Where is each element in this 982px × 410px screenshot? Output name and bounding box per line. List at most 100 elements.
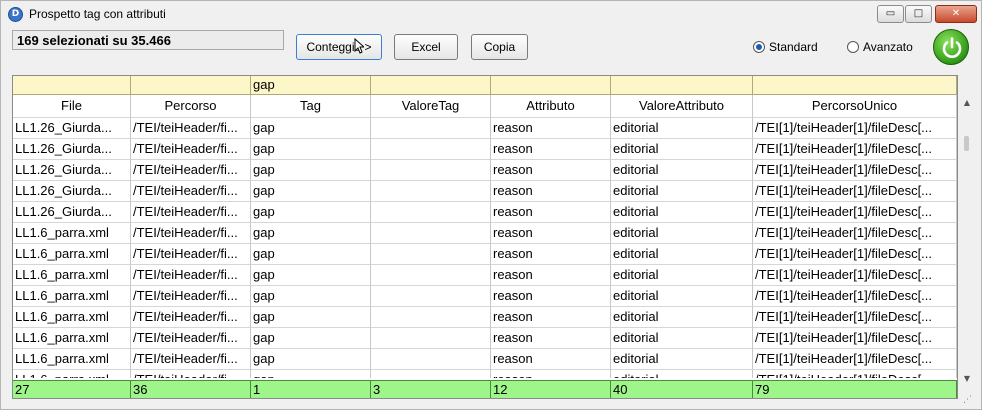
cell-valoretag[interactable] xyxy=(371,328,491,349)
cell-valoretag[interactable] xyxy=(371,307,491,328)
cell-valoretag[interactable] xyxy=(371,118,491,139)
cell-file[interactable]: LL1.26_Giurda... xyxy=(13,139,131,160)
cell-tag[interactable]: gap xyxy=(251,244,371,265)
excel-button[interactable]: Excel xyxy=(394,34,458,60)
cell-percorsounico[interactable]: /TEI[1]/teiHeader[1]/fileDesc[... xyxy=(753,349,957,370)
table-row[interactable]: LL1.6_parra.xml/TEI/teiHeader/fi...gap re… xyxy=(13,349,957,370)
cell-valoreattributo[interactable]: editorial xyxy=(611,160,753,181)
cell-percorsounico[interactable]: /TEI[1]/teiHeader[1]/fileDesc[... xyxy=(753,265,957,286)
vertical-scrollbar[interactable]: ▲ ▼ xyxy=(959,96,975,386)
table-row[interactable]: LL1.26_Giurda.../TEI/teiHeader/fi... gap r… xyxy=(13,160,957,181)
cell-valoretag[interactable] xyxy=(371,202,491,223)
column-header-percorso[interactable]: Percorso xyxy=(131,95,251,118)
title-bar[interactable]: D Prospetto tag con attributi ▭ □ ✕ xyxy=(1,1,981,27)
radio-standard[interactable]: Standard xyxy=(753,40,818,54)
cell-valoreattributo[interactable]: editorial xyxy=(611,370,753,378)
cell-valoretag[interactable] xyxy=(371,265,491,286)
cell-file[interactable]: LL1.26_Giurda... xyxy=(13,160,131,181)
filter-cell-percorso[interactable] xyxy=(131,76,251,95)
table-row[interactable]: LL1.6_parra.xml/TEI/teiHeader/fi...gap re… xyxy=(13,286,957,307)
cell-percorsounico[interactable]: /TEI[1]/teiHeader[1]/fileDesc[... xyxy=(753,118,957,139)
cell-percorso[interactable]: /TEI/teiHeader/fi... xyxy=(131,160,251,181)
cell-valoreattributo[interactable]: editorial xyxy=(611,265,753,286)
cell-file[interactable]: LL1.6_parra.xml xyxy=(13,286,131,307)
power-button[interactable] xyxy=(933,29,969,65)
cell-percorso[interactable]: /TEI/teiHeader/fi... xyxy=(131,370,251,378)
table-row[interactable]: LL1.6_parra.xml/TEI/teiHeader/fi...gap re… xyxy=(13,328,957,349)
filter-cell-valoretag[interactable] xyxy=(371,76,491,95)
cell-attributo[interactable]: reason xyxy=(491,181,611,202)
cell-percorso[interactable]: /TEI/teiHeader/fi... xyxy=(131,244,251,265)
cell-valoreattributo[interactable]: editorial xyxy=(611,139,753,160)
column-header-tag[interactable]: Tag xyxy=(251,95,371,118)
cell-percorso[interactable]: /TEI/teiHeader/fi... xyxy=(131,223,251,244)
cell-valoreattributo[interactable]: editorial xyxy=(611,202,753,223)
radio-standard-indicator[interactable] xyxy=(753,41,765,53)
cell-valoretag[interactable] xyxy=(371,286,491,307)
cell-tag[interactable]: gap xyxy=(251,139,371,160)
cell-tag[interactable]: gap xyxy=(251,265,371,286)
close-button[interactable]: ✕ xyxy=(935,5,977,23)
cell-attributo[interactable]: reason xyxy=(491,223,611,244)
cell-valoreattributo[interactable]: editorial xyxy=(611,118,753,139)
cell-attributo[interactable]: reason xyxy=(491,118,611,139)
cell-valoreattributo[interactable]: editorial xyxy=(611,349,753,370)
cell-tag[interactable]: gap xyxy=(251,349,371,370)
table-row[interactable]: LL1.6_parra.xml/TEI/teiHeader/fi...gap re… xyxy=(13,370,957,378)
column-header-attributo[interactable]: Attributo xyxy=(491,95,611,118)
cell-attributo[interactable]: reason xyxy=(491,160,611,181)
cell-attributo[interactable]: reason xyxy=(491,349,611,370)
cell-percorso[interactable]: /TEI/teiHeader/fi... xyxy=(131,349,251,370)
cell-tag[interactable]: gap xyxy=(251,286,371,307)
table-row[interactable]: LL1.6_parra.xml/TEI/teiHeader/fi...gap re… xyxy=(13,307,957,328)
scroll-up-icon[interactable]: ▲ xyxy=(959,96,975,110)
cell-attributo[interactable]: reason xyxy=(491,265,611,286)
cell-valoretag[interactable] xyxy=(371,181,491,202)
cell-valoreattributo[interactable]: editorial xyxy=(611,307,753,328)
cell-percorsounico[interactable]: /TEI[1]/teiHeader[1]/fileDesc[... xyxy=(753,160,957,181)
cell-tag[interactable]: gap xyxy=(251,160,371,181)
cell-valoreattributo[interactable]: editorial xyxy=(611,181,753,202)
cell-percorso[interactable]: /TEI/teiHeader/fi... xyxy=(131,307,251,328)
cell-percorso[interactable]: /TEI/teiHeader/fi... xyxy=(131,181,251,202)
cell-percorsounico[interactable]: /TEI[1]/teiHeader[1]/fileDesc[... xyxy=(753,370,957,378)
column-header-percorsounico[interactable]: PercorsoUnico xyxy=(753,95,957,118)
cell-file[interactable]: LL1.6_parra.xml xyxy=(13,307,131,328)
cell-tag[interactable]: gap xyxy=(251,370,371,378)
cell-tag[interactable]: gap xyxy=(251,118,371,139)
cell-tag[interactable]: gap xyxy=(251,223,371,244)
scroll-down-icon[interactable]: ▼ xyxy=(959,372,975,386)
cell-percorso[interactable]: /TEI/teiHeader/fi... xyxy=(131,286,251,307)
cell-percorsounico[interactable]: /TEI[1]/teiHeader[1]/fileDesc[... xyxy=(753,202,957,223)
cell-valoretag[interactable] xyxy=(371,370,491,378)
table-row[interactable]: LL1.26_Giurda.../TEI/teiHeader/fi... gap r… xyxy=(13,118,957,139)
cell-valoretag[interactable] xyxy=(371,160,491,181)
resize-grip-icon[interactable]: ⋰ xyxy=(963,395,972,405)
cell-file[interactable]: LL1.6_parra.xml xyxy=(13,370,131,378)
cell-file[interactable]: LL1.6_parra.xml xyxy=(13,328,131,349)
cell-percorsounico[interactable]: /TEI[1]/teiHeader[1]/fileDesc[... xyxy=(753,328,957,349)
cell-percorsounico[interactable]: /TEI[1]/teiHeader[1]/fileDesc[... xyxy=(753,286,957,307)
cell-attributo[interactable]: reason xyxy=(491,370,611,378)
radio-avanzato-indicator[interactable] xyxy=(847,41,859,53)
cell-percorsounico[interactable]: /TEI[1]/teiHeader[1]/fileDesc[... xyxy=(753,307,957,328)
scroll-thumb[interactable] xyxy=(964,136,969,151)
cell-attributo[interactable]: reason xyxy=(491,202,611,223)
cell-attributo[interactable]: reason xyxy=(491,244,611,265)
cell-valoreattributo[interactable]: editorial xyxy=(611,328,753,349)
table-row[interactable]: LL1.26_Giurda.../TEI/teiHeader/fi... gap r… xyxy=(13,139,957,160)
filter-cell-file[interactable] xyxy=(13,76,131,95)
maximize-button[interactable]: □ xyxy=(905,5,932,23)
cell-valoreattributo[interactable]: editorial xyxy=(611,286,753,307)
cell-percorsounico[interactable]: /TEI[1]/teiHeader[1]/fileDesc[... xyxy=(753,139,957,160)
cell-attributo[interactable]: reason xyxy=(491,139,611,160)
cell-percorsounico[interactable]: /TEI[1]/teiHeader[1]/fileDesc[... xyxy=(753,181,957,202)
copia-button[interactable]: Copia xyxy=(471,34,528,60)
cell-percorsounico[interactable]: /TEI[1]/teiHeader[1]/fileDesc[... xyxy=(753,223,957,244)
cell-percorso[interactable]: /TEI/teiHeader/fi... xyxy=(131,202,251,223)
table-row[interactable]: LL1.26_Giurda.../TEI/teiHeader/fi... gap r… xyxy=(13,181,957,202)
cell-file[interactable]: LL1.6_parra.xml xyxy=(13,349,131,370)
table-row[interactable]: LL1.6_parra.xml/TEI/teiHeader/fi...gap re… xyxy=(13,244,957,265)
results-grid[interactable]: gap File Percorso Tag ValoreTag Attribut… xyxy=(12,75,958,399)
cell-file[interactable]: LL1.26_Giurda... xyxy=(13,181,131,202)
